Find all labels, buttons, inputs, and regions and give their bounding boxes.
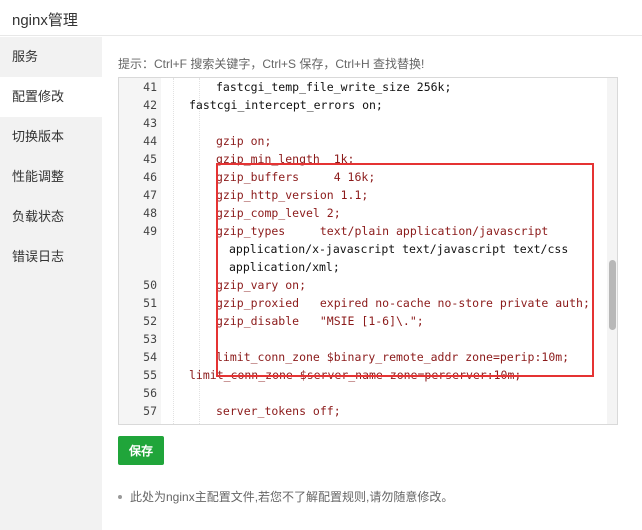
line-number: 50: [143, 278, 157, 292]
sidebar-item-label: 切换版本: [12, 129, 65, 144]
code-line: 41 fastcgi_temp_file_write_size 256k;: [119, 78, 609, 96]
sidebar-item-version[interactable]: 切换版本: [0, 117, 102, 157]
config-note-text: 此处为nginx主配置文件,若您不了解配置规则,请勿随意修改。: [130, 490, 454, 504]
sidebar-item-config[interactable]: 配置修改: [0, 77, 102, 117]
config-note: 此处为nginx主配置文件,若您不了解配置规则,请勿随意修改。: [118, 488, 453, 505]
highlight-box: [216, 163, 594, 377]
sidebar-item-service[interactable]: 服务: [0, 37, 102, 77]
window-title: nginx管理: [12, 12, 78, 29]
line-number: 47: [143, 188, 157, 202]
scrollbar-thumb[interactable]: [609, 260, 616, 330]
sidebar-item-label: 服务: [12, 49, 39, 64]
line-text: server_tokens off;: [216, 404, 341, 418]
line-number: 43: [143, 116, 157, 130]
code-line: 56: [119, 384, 609, 402]
sidebar-item-load-status[interactable]: 负载状态: [0, 197, 102, 237]
line-text: gzip on;: [216, 134, 272, 148]
bullet-icon: [118, 494, 122, 499]
line-number: 44: [143, 134, 157, 148]
line-number: 54: [143, 350, 157, 364]
sidebar-item-label: 配置修改: [12, 89, 65, 104]
config-editor[interactable]: 41 fastcgi_temp_file_write_size 256k; 42…: [118, 77, 618, 425]
code-line: 43: [119, 114, 609, 132]
window-title-bar: nginx管理: [0, 0, 642, 36]
main-panel: 提示：Ctrl+F 搜索关键字，Ctrl+S 保存，Ctrl+H 查找替换! 4…: [103, 37, 642, 530]
code-line: 57 server_tokens off;: [119, 402, 609, 420]
line-number: 51: [143, 296, 157, 310]
sidebar-item-error-log[interactable]: 错误日志: [0, 237, 102, 277]
line-number: 53: [143, 332, 157, 346]
line-number: 56: [143, 386, 157, 400]
line-number: 41: [143, 80, 157, 94]
line-text: fastcgi_intercept_errors on;: [189, 98, 383, 112]
save-button[interactable]: 保存: [118, 436, 164, 465]
sidebar: 服务 配置修改 切换版本 性能调整 负载状态 错误日志: [0, 37, 102, 530]
line-number: 55: [143, 368, 157, 382]
line-number: 52: [143, 314, 157, 328]
line-number: 42: [143, 98, 157, 112]
line-number: 57: [143, 404, 157, 418]
line-text: fastcgi_temp_file_write_size 256k;: [216, 80, 452, 94]
sidebar-item-performance[interactable]: 性能调整: [0, 157, 102, 197]
line-number: 45: [143, 152, 157, 166]
line-number: 48: [143, 206, 157, 220]
sidebar-item-label: 性能调整: [12, 169, 65, 184]
line-number: 46: [143, 170, 157, 184]
code-line: 44 gzip on;: [119, 132, 609, 150]
shortcut-tip: 提示：Ctrl+F 搜索关键字，Ctrl+S 保存，Ctrl+H 查找替换!: [118, 57, 425, 71]
code-line: 42 fastcgi_intercept_errors on;: [119, 96, 609, 114]
editor-scrollbar[interactable]: [607, 78, 617, 424]
line-number: 49: [143, 224, 157, 238]
sidebar-item-label: 负载状态: [12, 209, 65, 224]
sidebar-item-label: 错误日志: [12, 249, 65, 264]
